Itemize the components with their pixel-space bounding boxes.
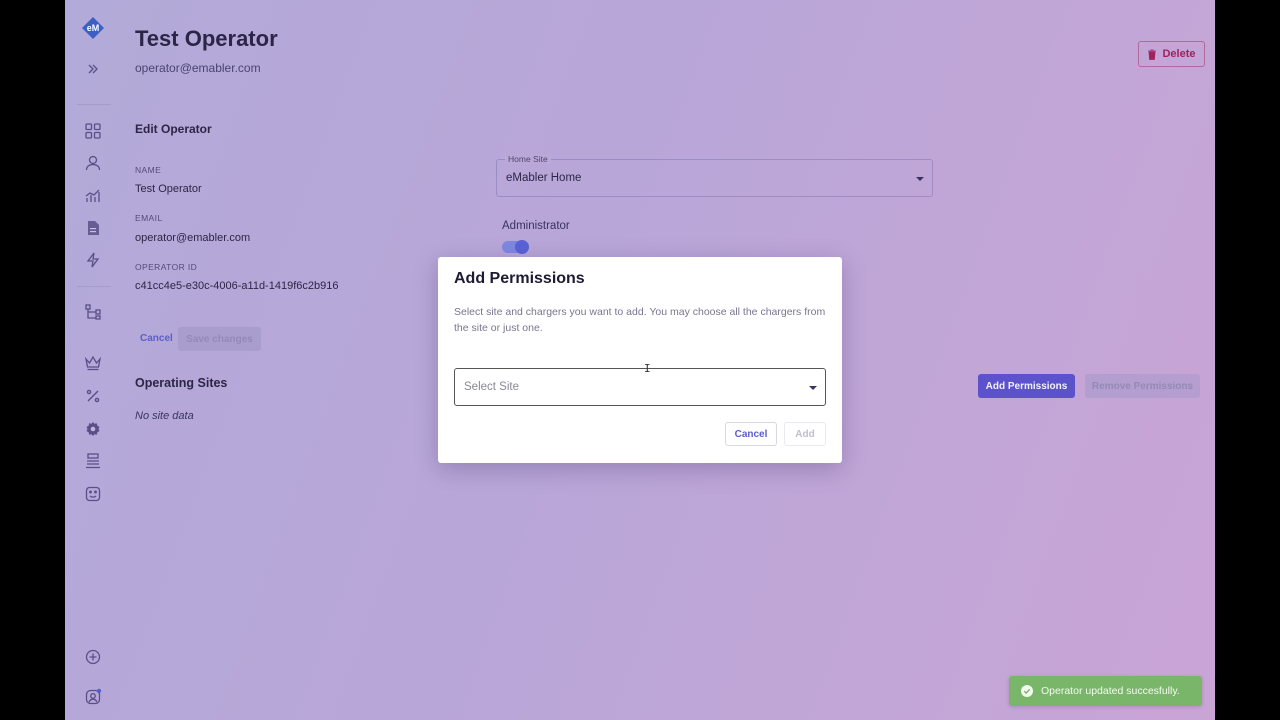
dashboard-icon[interactable] [84,122,102,140]
settings-icon[interactable] [84,420,102,438]
modal-title: Add Permissions [454,270,585,287]
operator-id-label: OPERATOR ID [135,262,198,272]
chevron-down-icon [916,177,924,181]
page-title: Test Operator [135,26,278,51]
administrator-label: Administrator [502,220,570,232]
email-label: EMAIL [135,213,163,223]
expand-icon[interactable] [84,60,102,78]
sidebar-divider [77,104,111,105]
delete-button-label: Delete [1162,48,1196,60]
name-label: NAME [135,165,162,175]
sidebar: eM [65,0,123,720]
delete-button[interactable]: Delete [1138,41,1205,67]
page-subtitle-email: operator@emabler.com [135,61,261,75]
lightning-icon[interactable] [84,251,102,269]
hierarchy-icon[interactable] [84,303,102,321]
operator-id-value: c41cc4e5-e30c-4006-a11d-1419f6c2b916 [135,280,339,292]
document-icon[interactable] [84,219,102,237]
save-changes-button[interactable]: Save changes [178,327,261,351]
sidebar-divider [77,286,111,287]
emoji-icon[interactable] [84,485,102,503]
name-value: Test Operator [135,183,202,195]
account-icon[interactable] [84,688,102,706]
analytics-icon[interactable] [84,187,102,205]
text-cursor-icon: I [644,362,651,375]
add-permissions-button[interactable]: Add Permissions [978,374,1075,398]
modal-add-button[interactable]: Add [784,422,826,446]
add-permissions-modal: Add Permissions Select site and chargers… [438,257,842,463]
no-site-data-text: No site data [135,410,194,422]
toast-message: Operator updated succesfully. [1041,685,1180,697]
success-toast: Operator updated succesfully. [1009,676,1202,706]
user-icon[interactable] [84,154,102,172]
cancel-edit-button[interactable]: Cancel [140,333,173,344]
remove-permissions-button[interactable]: Remove Permissions [1085,374,1200,398]
home-site-value: eMabler Home [506,172,582,184]
trash-icon [1148,49,1157,60]
chevron-down-icon [809,386,817,390]
email-value: operator@emabler.com [135,232,251,244]
home-site-select[interactable]: Home Site eMabler Home [496,154,933,197]
home-site-label: Home Site [505,154,551,164]
operating-sites-heading: Operating Sites [135,376,228,390]
select-site-placeholder: Select Site [464,381,519,393]
administrator-toggle[interactable] [502,240,529,254]
svg-text:eM: eM [87,23,100,33]
stack-icon[interactable] [84,452,102,470]
check-circle-icon [1021,685,1033,697]
percent-icon[interactable] [84,387,102,405]
emabler-logo-icon[interactable]: eM [81,16,105,40]
modal-description: Select site and chargers you want to add… [454,306,826,334]
plus-circle-icon[interactable] [84,648,102,666]
modal-cancel-button[interactable]: Cancel [725,422,777,446]
crown-icon[interactable] [74,347,110,379]
select-site-dropdown[interactable]: Select Site [454,368,826,406]
edit-operator-heading: Edit Operator [135,122,212,136]
